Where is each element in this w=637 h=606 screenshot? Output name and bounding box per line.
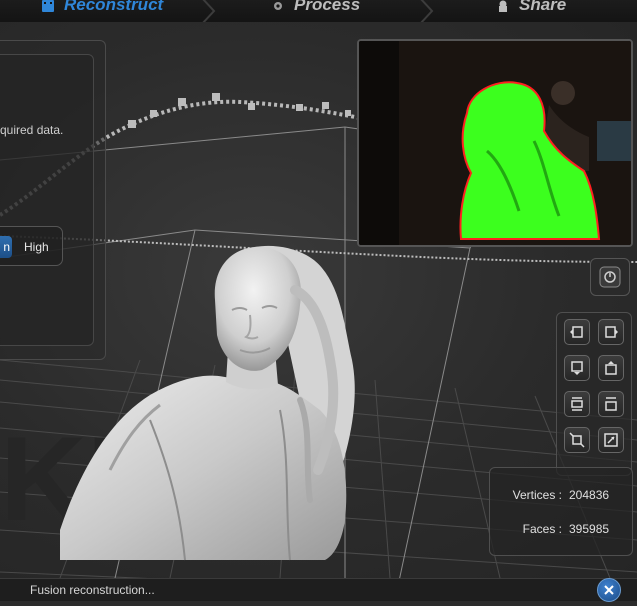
expand-icon xyxy=(604,433,618,447)
fullscreen-button[interactable] xyxy=(598,427,624,453)
cancel-button[interactable] xyxy=(597,578,621,602)
clock-icon xyxy=(599,266,621,288)
camera-preview xyxy=(357,39,633,247)
close-icon xyxy=(604,585,614,595)
tab-share[interactable]: Share xyxy=(497,0,566,16)
crop-icon xyxy=(569,432,585,448)
view-top-button[interactable] xyxy=(598,355,624,381)
view-bottom-icon xyxy=(605,397,617,411)
quality-high-option[interactable]: High xyxy=(24,236,49,258)
vertices-value: 204836 xyxy=(569,488,610,502)
vertices-label: Vertices : xyxy=(512,488,562,502)
view-top-icon xyxy=(605,361,617,375)
view-left-icon xyxy=(570,326,583,338)
mesh-stats-panel: Vertices : 204836 Faces : 395985 xyxy=(489,467,633,556)
depth-overlay-image xyxy=(359,41,631,245)
view-toolbar xyxy=(556,312,632,476)
view-front-icon xyxy=(571,361,583,375)
view-right-icon xyxy=(605,326,618,338)
tab-reconstruct-label: Reconstruct xyxy=(64,0,164,14)
status-bar: Fusion reconstruction... xyxy=(0,578,637,601)
film-icon xyxy=(42,0,54,12)
quality-low-option[interactable]: n xyxy=(0,236,12,258)
view-bottom-button[interactable] xyxy=(598,391,624,417)
view-back-button[interactable] xyxy=(564,391,590,417)
faces-value: 395985 xyxy=(569,522,610,536)
settings-info-text: quired data. xyxy=(0,123,64,137)
tab-process[interactable]: Process xyxy=(272,0,360,16)
view-right-button[interactable] xyxy=(598,319,624,345)
tab-share-label: Share xyxy=(519,0,567,14)
chevron-right-icon xyxy=(202,0,216,22)
top-tab-bar: Reconstruct Process Share xyxy=(0,0,637,23)
view-left-button[interactable] xyxy=(564,319,590,345)
share-icon xyxy=(499,0,507,12)
chevron-right-icon xyxy=(420,0,434,22)
faces-label: Faces : xyxy=(522,522,562,536)
tab-reconstruct[interactable]: Reconstruct xyxy=(42,0,163,16)
gear-icon xyxy=(274,1,282,10)
view-back-icon xyxy=(571,397,583,411)
settings-panel-inner xyxy=(0,54,94,346)
reset-camera-button[interactable] xyxy=(590,258,630,296)
zoom-fit-button[interactable] xyxy=(564,427,590,453)
reconstruction-viewport[interactable]: KI T quired data. n High xyxy=(0,22,637,578)
view-front-button[interactable] xyxy=(564,355,590,381)
tab-process-label: Process xyxy=(294,0,361,14)
status-text: Fusion reconstruction... xyxy=(30,583,155,597)
